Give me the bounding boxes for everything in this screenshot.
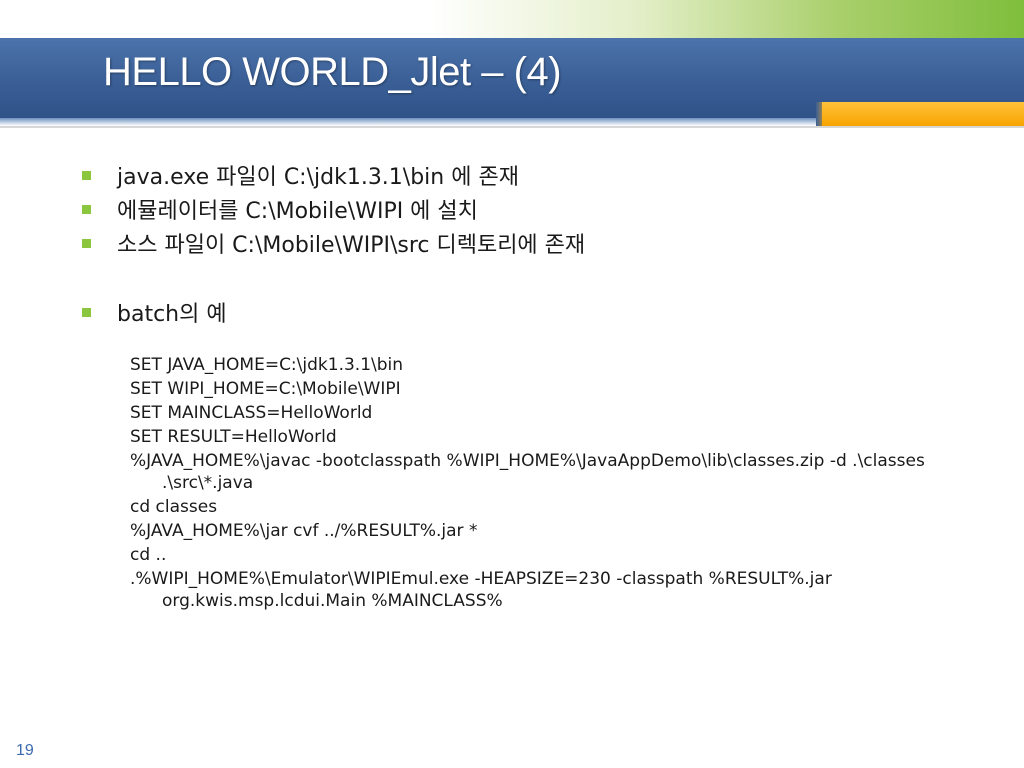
code-line: cd classes [130, 497, 218, 517]
square-bullet-icon [82, 238, 91, 248]
code-line: SET MAINCLASS=HelloWorld [130, 403, 373, 423]
top-gradient-stripe [0, 0, 1024, 38]
page-number: 19 [16, 742, 34, 759]
bullet-text: 소스 파일이 C:\Mobile\WIPI\src 디렉토리에 존재 [117, 233, 586, 258]
code-line: %JAVA_HOME%\javac -bootclasspath %WIPI_H… [130, 451, 925, 493]
bullet-item: batch의 예 [82, 295, 585, 329]
bullet-item: 에뮬레이터를 C:\Mobile\WIPI 에 설치 [82, 192, 585, 226]
code-line: SET WIPI_HOME=C:\Mobile\WIPI [130, 379, 401, 399]
code-line: SET JAVA_HOME=C:\jdk1.3.1\bin [130, 355, 404, 375]
title-band-shadow [0, 118, 820, 126]
bullet-list: java.exe 파일이 C:\jdk1.3.1\bin 에 존재 에뮬레이터를… [82, 158, 585, 329]
slide-title: HELLO WORLD_Jlet – (4) [103, 50, 562, 94]
bullet-text: java.exe 파일이 C:\jdk1.3.1\bin 에 존재 [117, 165, 519, 190]
code-line: %JAVA_HOME%\jar cvf ../%RESULT%.jar * [130, 521, 478, 541]
orange-accent-tab [822, 102, 1024, 126]
code-line: .%WIPI_HOME%\Emulator\WIPIEmul.exe -HEAP… [130, 569, 832, 611]
square-bullet-icon [82, 204, 91, 214]
bullet-text: batch의 예 [117, 302, 227, 327]
bullet-item: java.exe 파일이 C:\jdk1.3.1\bin 에 존재 [82, 158, 585, 192]
code-line: SET RESULT=HelloWorld [130, 427, 337, 447]
code-line: cd .. [130, 545, 167, 565]
bullet-item: 소스 파일이 C:\Mobile\WIPI\src 디렉토리에 존재 [82, 226, 585, 260]
square-bullet-icon [82, 170, 91, 180]
batch-code-block: SET JAVA_HOME=C:\jdk1.3.1\bin SET WIPI_H… [130, 354, 950, 614]
title-divider [0, 126, 1024, 128]
bullet-text: 에뮬레이터를 C:\Mobile\WIPI 에 설치 [117, 199, 478, 224]
square-bullet-icon [82, 307, 91, 317]
slide: HELLO WORLD_Jlet – (4) java.exe 파일이 C:\j… [0, 0, 1024, 768]
